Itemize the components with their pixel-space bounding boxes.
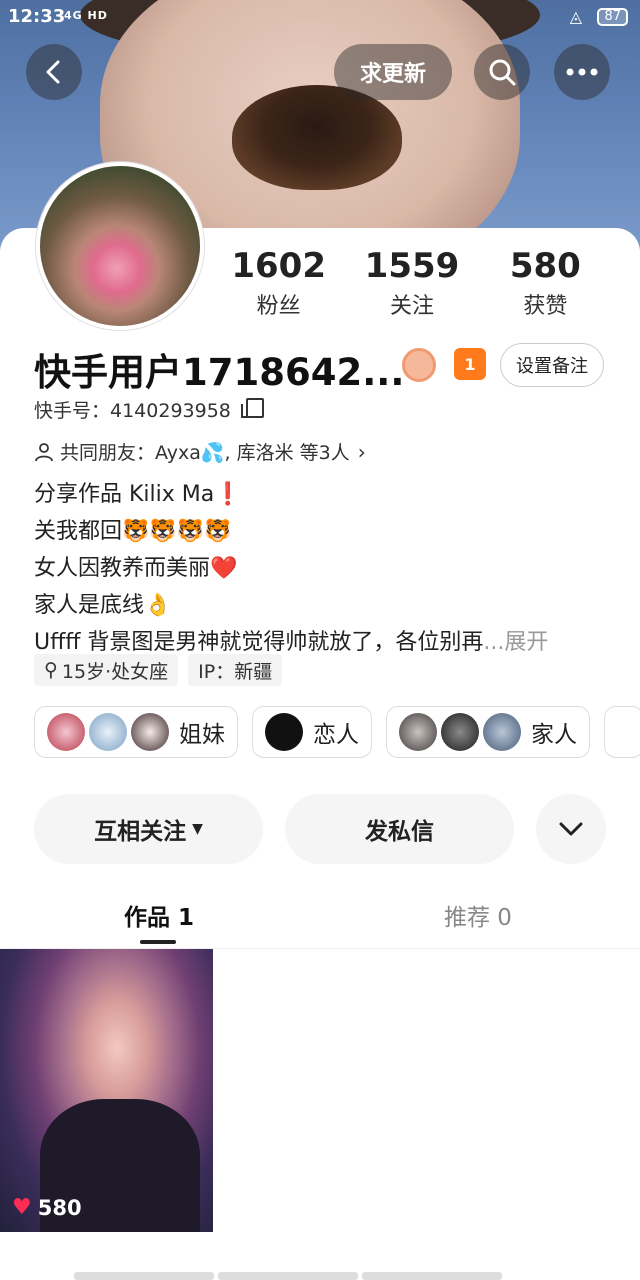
stat-label: 关注 (389, 294, 434, 319)
bio-line: 关我都回🐯🐯🐯🐯 (34, 519, 232, 544)
placeholder-bar (74, 1272, 214, 1280)
group-label: 姐妹 (179, 722, 225, 748)
profile-name: 快手用户1718642... (34, 351, 405, 394)
back-arrow-icon (46, 60, 60, 84)
group-sisters[interactable]: 姐妹 (34, 706, 238, 758)
stat-following[interactable]: 1559 关注 (345, 246, 478, 320)
status-bar: 12:33 4G HD ◬ 87 (0, 0, 640, 34)
background-dog-nose-filter (232, 85, 402, 190)
member-avatar (265, 713, 303, 751)
mutual-friends-row[interactable]: 共同朋友：Ayxa💦, 库洛米 等3人 › (34, 438, 366, 465)
chevron-right-icon: › (357, 439, 366, 464)
member-avatar (399, 713, 437, 751)
send-message-button[interactable]: 发私信 (285, 794, 514, 864)
expand-bio-link[interactable]: ...展开 (483, 630, 548, 655)
tag-text: IP：新疆 (198, 660, 273, 683)
active-tab-indicator (140, 940, 176, 944)
network-indicator: 4G HD (64, 9, 108, 22)
member-avatar (441, 713, 479, 751)
tag-text: 15岁·处女座 (61, 660, 169, 683)
button-label: 互相关注 (94, 819, 187, 845)
group-label: 家人 (531, 722, 577, 748)
age-zodiac-tag: ⚲ 15岁·处女座 (34, 654, 179, 686)
heart-icon: ♥ (12, 1195, 32, 1220)
set-remark-button[interactable]: 设置备注 (500, 343, 604, 387)
member-avatar (483, 713, 521, 751)
search-icon: ⚲ (44, 659, 58, 681)
tab-recommend[interactable]: 推荐 0 (444, 898, 512, 932)
ip-location-tag: IP：新疆 (188, 654, 283, 686)
stat-value: 580 (509, 246, 581, 286)
kuaishou-id: 快手号：4140293958 (34, 400, 231, 422)
fan-badge-icon[interactable]: 1 (454, 348, 486, 380)
search-icon (489, 59, 516, 86)
mutual-follow-button[interactable]: 互相关注 ▼ (34, 794, 263, 864)
stats-row: 1602 粉丝 1559 关注 580 获赞 (212, 246, 612, 320)
tab-works[interactable]: 作品 1 (124, 898, 194, 932)
stat-fans[interactable]: 1602 粉丝 (212, 246, 345, 320)
back-button[interactable] (26, 44, 82, 100)
group-family[interactable]: 家人 (386, 706, 590, 758)
member-avatar (131, 713, 169, 751)
relationship-groups: 姐妹 恋人 家人 (34, 706, 640, 760)
placeholder-bar (218, 1272, 358, 1280)
video-thumbnail[interactable]: ♥ 580 (0, 949, 213, 1232)
copy-icon[interactable] (241, 398, 264, 418)
likes-count: 580 (37, 1195, 82, 1220)
member-avatar (89, 713, 127, 751)
video-likes: ♥ 580 (12, 1195, 82, 1220)
action-buttons: 互相关注 ▼ 发私信 (34, 794, 606, 864)
stat-label: 粉丝 (256, 294, 301, 319)
bio-line-text: Uffff 背景图是男神就觉得帅就放了，各位别再 (34, 630, 484, 655)
mutual-friends-text: 共同朋友：Ayxa💦, 库洛米 等3人 (60, 442, 350, 464)
stat-likes[interactable]: 580 获赞 (479, 246, 612, 320)
level-badge-icon[interactable] (402, 348, 436, 382)
caret-down-icon: ▼ (192, 821, 203, 837)
profile-tags: ⚲ 15岁·处女座 IP：新疆 (34, 654, 283, 686)
person-icon (35, 442, 53, 461)
status-time: 12:33 (8, 6, 66, 27)
bio-line: 女人因教养而美丽❤️ (34, 556, 238, 581)
group-lovers[interactable]: 恋人 (252, 706, 372, 758)
placeholder-bar (362, 1272, 502, 1280)
more-options-button[interactable] (554, 44, 610, 100)
request-update-button[interactable]: 求更新 (334, 44, 452, 100)
bio: 分享作品 Kilix Ma❗ 关我都回🐯🐯🐯🐯 女人因教养而美丽❤️ 家人是底线… (34, 476, 614, 661)
wifi-icon: ◬ (569, 7, 582, 26)
bio-line: 分享作品 Kilix Ma❗ (34, 482, 242, 507)
more-dots-icon (566, 68, 598, 76)
search-button[interactable] (474, 44, 530, 100)
bio-line: 家人是底线👌 (34, 593, 172, 618)
stat-value: 1559 (364, 246, 460, 286)
expand-button[interactable] (536, 794, 606, 864)
group-more[interactable] (604, 706, 640, 758)
stat-value: 1602 (231, 246, 326, 286)
chevron-down-icon (559, 822, 583, 836)
bottom-placeholder (74, 1272, 502, 1280)
group-label: 恋人 (313, 722, 359, 748)
stat-label: 获赞 (523, 294, 568, 319)
battery-icon: 87 (597, 8, 628, 26)
content-tabs: 作品 1 推荐 0 (0, 884, 640, 949)
avatar[interactable] (36, 162, 204, 330)
member-avatar (47, 713, 85, 751)
